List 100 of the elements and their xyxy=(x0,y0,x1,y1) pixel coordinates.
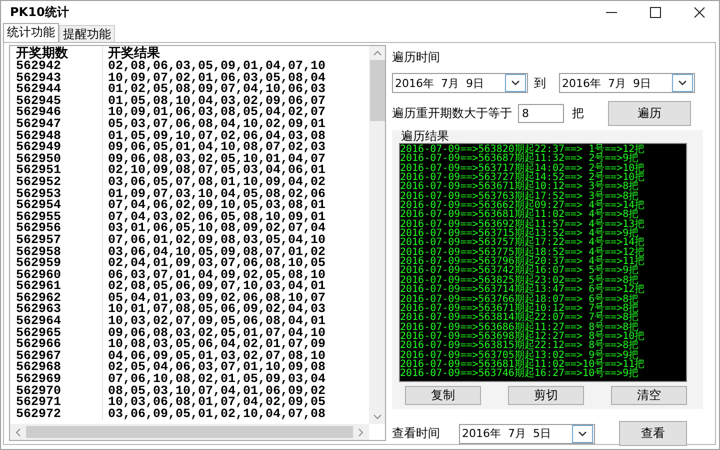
table-cell: 562953 xyxy=(10,188,103,200)
table-cell-text: 10,08,03,05,06,04,02,01,07,09 xyxy=(107,339,326,351)
field-label: 把 xyxy=(572,105,584,122)
table-cell-text: 03,06,04,10,05,09,08,07,01,02 xyxy=(107,246,326,258)
console-line: 2016-07-09==>563815期起22:12==> 8号==>8把 xyxy=(400,341,639,351)
field-label: 遍历重开期数大于等于 xyxy=(392,105,512,122)
table-cell: 562947 xyxy=(10,118,103,131)
dropdown-caret-icon[interactable] xyxy=(678,80,687,86)
table-cell-text: 02,04,01,09,03,07,06,08,10,05 xyxy=(107,258,326,270)
table-cell-text: 07,04,06,02,09,10,05,03,08,01 xyxy=(107,200,326,212)
view-button[interactable]: 查看 xyxy=(619,421,687,446)
console-line: 2016-07-09==>563662期起09:27==> 4号==>14把 xyxy=(400,201,646,210)
scroll-up-icon[interactable] xyxy=(372,50,382,56)
console-line: 2016-07-09==>563715期起13:52==> 4号==>9把 xyxy=(400,229,639,238)
tab[interactable]: 统计功能 xyxy=(3,23,59,42)
table-cell-text: 03,01,06,05,10,08,09,02,07,04 xyxy=(107,223,326,235)
console-line: 2016-07-09==>563796期起20:37==> 4号==>11把 xyxy=(400,257,646,266)
window-title: PK10统计 xyxy=(10,4,69,20)
console-line: 2016-07-09==>563766期起18:07==> 6号==>8把 xyxy=(400,294,640,304)
table-cell-text: 10,03,06,08,01,07,04,02,09,05 xyxy=(107,397,326,409)
table-cell-text: 03,06,09,05,01,02,10,04,07,08 xyxy=(107,408,326,420)
table-cell: 562949 xyxy=(10,142,103,154)
console-line: 2016-07-09==>563705期起13:02==> 9号==>9把 xyxy=(400,350,639,360)
console-line: 2016-07-09==>563692期起11:57==> 4号==>13把 xyxy=(400,220,646,230)
table-cell: 562965 xyxy=(10,328,103,340)
action-button[interactable]: 清空 xyxy=(611,386,687,405)
console-line: 2016-07-09==>563825期起23:02==> 5号==>8把 xyxy=(400,276,639,286)
console-line: 2016-07-09==>563717期起14:02==> 2号==>10把 xyxy=(400,164,646,174)
table-cell-text: 01,05,08,10,04,03,02,09,06,07 xyxy=(107,96,326,108)
console-line: 2016-07-09==>563687期起11:32==> 2号==>9把 xyxy=(400,154,639,164)
table-cell-text: 09,06,05,01,04,10,08,07,02,03 xyxy=(107,142,326,154)
console-line: 2016-07-09==>563681期起11:02==> 4号==>8把 xyxy=(400,210,639,220)
action-button[interactable]: 复制 xyxy=(405,386,481,405)
action-button[interactable]: 剪切 xyxy=(508,386,584,405)
date-picker[interactable]: 2016年 7月 9日 xyxy=(392,73,528,93)
input-field[interactable]: 8 xyxy=(518,104,564,123)
table-cell: 562943 xyxy=(10,72,103,84)
console-line: 2016-07-09==>563714期起13:47==> 6号==>12把 xyxy=(400,285,646,294)
console-line: 2016-07-09==>563814期起22:07==> 7号==>8把 xyxy=(400,313,640,323)
column-header[interactable]: 开奖结果 xyxy=(103,46,160,61)
group-title: 遍历结果 xyxy=(401,130,450,143)
table-cell: 562961 xyxy=(10,281,103,293)
dropdown-caret-icon[interactable] xyxy=(511,80,520,86)
table-cell: 562948 xyxy=(10,130,103,142)
table-cell: 562954 xyxy=(10,200,103,212)
console-line: 2016-07-09==>563763期起17:52==> 3号==>8把 xyxy=(400,192,639,202)
console-line: 2016-07-09==>563681期起11:02==>10号==>11把 xyxy=(400,360,646,370)
table-cell-text: 06,03,07,01,04,09,02,05,08,10 xyxy=(107,270,326,282)
table-cell: 562964 xyxy=(10,316,103,328)
table-cell: 562942 xyxy=(10,61,103,73)
console-line: 2016-07-09==>563686期起11:27==> 8号==>8把 xyxy=(400,322,639,332)
table-cell: 562969 xyxy=(10,374,103,386)
table-cell-text: 01,02,05,08,09,07,04,10,06,03 xyxy=(107,84,326,96)
table-cell: 562957 xyxy=(10,234,103,246)
scrollbar-thumb[interactable] xyxy=(26,426,353,438)
console-line: 2016-07-09==>563820期起22:37==> 1号==>12把 xyxy=(400,145,646,154)
table-cell: 562963 xyxy=(10,304,103,316)
table-cell: 562945 xyxy=(10,96,103,108)
table-cell-text: 07,06,01,02,09,08,03,05,04,10 xyxy=(107,234,326,246)
table-cell: 562966 xyxy=(10,339,103,351)
vertical-scrollbar[interactable] xyxy=(369,46,385,424)
scrollbar-thumb[interactable] xyxy=(370,60,384,121)
table-cell-text: 10,01,07,08,05,06,09,02,04,03 xyxy=(107,304,326,316)
table-cell: 562971 xyxy=(10,397,103,409)
console-line: 2016-07-09==>563671期起10:12==> 7号==>8把 xyxy=(400,304,640,314)
console-line: 2016-07-09==>563727期起14:52==> 2号==>10把 xyxy=(400,173,646,182)
table-cell: 562958 xyxy=(10,246,103,258)
table-cell: 562972 xyxy=(10,408,103,420)
scroll-right-icon[interactable] xyxy=(358,428,364,436)
table-cell-text: 05,03,07,06,08,04,10,02,09,01 xyxy=(107,118,326,131)
tab[interactable]: 提醒功能 xyxy=(59,25,115,42)
date-picker[interactable]: 2016年 7月 9日 xyxy=(559,73,695,93)
column-header[interactable]: 开奖期数 xyxy=(10,46,103,61)
table-cell-text: 10,09,07,02,01,06,03,05,08,04 xyxy=(107,72,326,84)
horizontal-scrollbar[interactable] xyxy=(10,424,369,440)
traverse-button[interactable]: 遍历 xyxy=(608,101,691,126)
table-cell: 562950 xyxy=(10,154,103,166)
scroll-down-icon[interactable] xyxy=(372,414,382,420)
field-label: 遍历时间 xyxy=(392,49,441,66)
table-cell-text: 05,04,01,03,09,02,06,08,10,07 xyxy=(107,292,326,304)
table-cell-text: 04,06,09,05,01,03,02,07,08,10 xyxy=(107,350,326,362)
table-cell: 562960 xyxy=(10,270,103,282)
close-icon[interactable] xyxy=(694,6,705,18)
scroll-left-icon[interactable] xyxy=(15,428,21,436)
table-cell-text: 08,05,03,10,07,04,01,06,09,02 xyxy=(107,386,326,398)
field-label: 到 xyxy=(534,74,546,92)
table-cell: 562952 xyxy=(10,176,103,189)
console-line: 2016-07-09==>563698期起12:27==> 8号==>10把 xyxy=(400,332,646,342)
table-cell-text: 09,06,08,03,02,05,01,07,04,10 xyxy=(107,328,326,340)
console-line: 2016-07-09==>563671期起10:12==> 3号==>8把 xyxy=(400,182,639,192)
table-cell-text: 01,09,07,03,10,04,05,08,02,06 xyxy=(107,188,326,200)
table-cell: 562956 xyxy=(10,223,103,235)
table-cell-text: 10,09,01,06,03,08,05,04,02,07 xyxy=(107,107,326,119)
dropdown-caret-icon[interactable] xyxy=(578,430,587,436)
table-cell-text: 07,06,10,08,02,01,05,09,03,04 xyxy=(107,374,326,386)
table-cell-text: 02,08,05,06,09,07,10,03,04,01 xyxy=(107,281,326,293)
console-line: 2016-07-09==>563757期起17:22==> 4号==>14把 xyxy=(400,238,646,248)
table-cell: 562968 xyxy=(10,362,103,374)
maximize-icon[interactable] xyxy=(650,6,661,18)
date-picker[interactable]: 2016年 7月 5日 xyxy=(459,424,595,444)
